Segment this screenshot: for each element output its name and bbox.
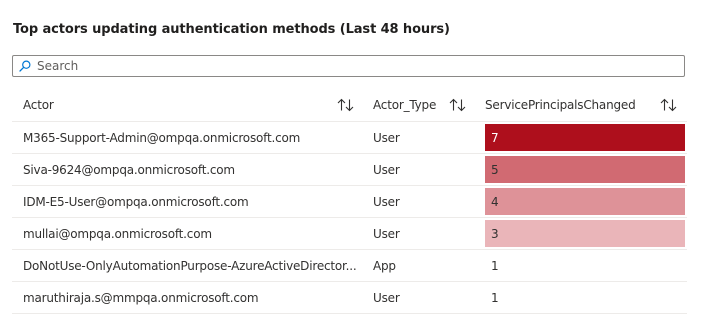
actor-type-cell: User xyxy=(373,195,400,209)
heat-bar xyxy=(485,124,685,151)
spc-cell: 5 xyxy=(491,163,499,177)
search-input[interactable] xyxy=(37,59,657,73)
spc-cell: 3 xyxy=(491,227,499,241)
actor-cell: mullai@ompqa.onmicrosoft.com xyxy=(23,227,212,241)
sort-actor-type-button[interactable] xyxy=(449,89,466,121)
search-icon xyxy=(19,60,31,72)
actor-type-cell: App xyxy=(373,259,396,273)
actor-type-cell: User xyxy=(373,291,400,305)
actor-cell: IDM-E5-User@ompqa.onmicrosoft.com xyxy=(23,195,249,209)
sort-icon xyxy=(449,98,466,112)
actor-type-cell: User xyxy=(373,131,400,145)
actor-cell: DoNotUse-OnlyAutomationPurpose-AzureActi… xyxy=(23,259,357,273)
column-header-spc[interactable]: ServicePrincipalsChanged xyxy=(485,89,636,121)
actor-type-cell: User xyxy=(373,163,400,177)
heat-bar xyxy=(485,188,685,215)
heat-bar xyxy=(485,220,685,247)
search-box[interactable] xyxy=(12,55,685,77)
panel-title: Top actors updating authentication metho… xyxy=(13,22,450,37)
sort-icon xyxy=(660,98,677,112)
table-row[interactable]: Siva-9624@ompqa.onmicrosoft.com User 5 xyxy=(12,154,687,186)
actor-cell: Siva-9624@ompqa.onmicrosoft.com xyxy=(23,163,235,177)
actor-cell: maruthiraja.s@mmpqa.onmicrosoft.com xyxy=(23,291,259,305)
column-header-actor-type[interactable]: Actor_Type xyxy=(373,89,436,121)
column-header-actor[interactable]: Actor xyxy=(23,89,54,121)
table-body: M365-Support-Admin@ompqa.onmicrosoft.com… xyxy=(12,122,687,314)
table-row[interactable]: DoNotUse-OnlyAutomationPurpose-AzureActi… xyxy=(12,250,687,282)
table-row[interactable]: mullai@ompqa.onmicrosoft.com User 3 xyxy=(12,218,687,250)
actor-type-cell: User xyxy=(373,227,400,241)
sort-actor-button[interactable] xyxy=(337,89,354,121)
spc-cell: 1 xyxy=(491,259,499,273)
spc-cell: 1 xyxy=(491,291,499,305)
sort-icon xyxy=(337,98,354,112)
spc-cell: 7 xyxy=(491,131,499,145)
spc-cell: 4 xyxy=(491,195,499,209)
table-header: Actor Actor_Type ServicePrincipalsChange… xyxy=(12,89,687,122)
actor-cell: M365-Support-Admin@ompqa.onmicrosoft.com xyxy=(23,131,301,145)
table-row[interactable]: M365-Support-Admin@ompqa.onmicrosoft.com… xyxy=(12,122,687,154)
heat-bar xyxy=(485,156,685,183)
sort-spc-button[interactable] xyxy=(660,89,677,121)
table-row[interactable]: IDM-E5-User@ompqa.onmicrosoft.com User 4 xyxy=(12,186,687,218)
top-actors-panel: Top actors updating authentication metho… xyxy=(0,0,702,330)
table-row[interactable]: maruthiraja.s@mmpqa.onmicrosoft.com User… xyxy=(12,282,687,314)
